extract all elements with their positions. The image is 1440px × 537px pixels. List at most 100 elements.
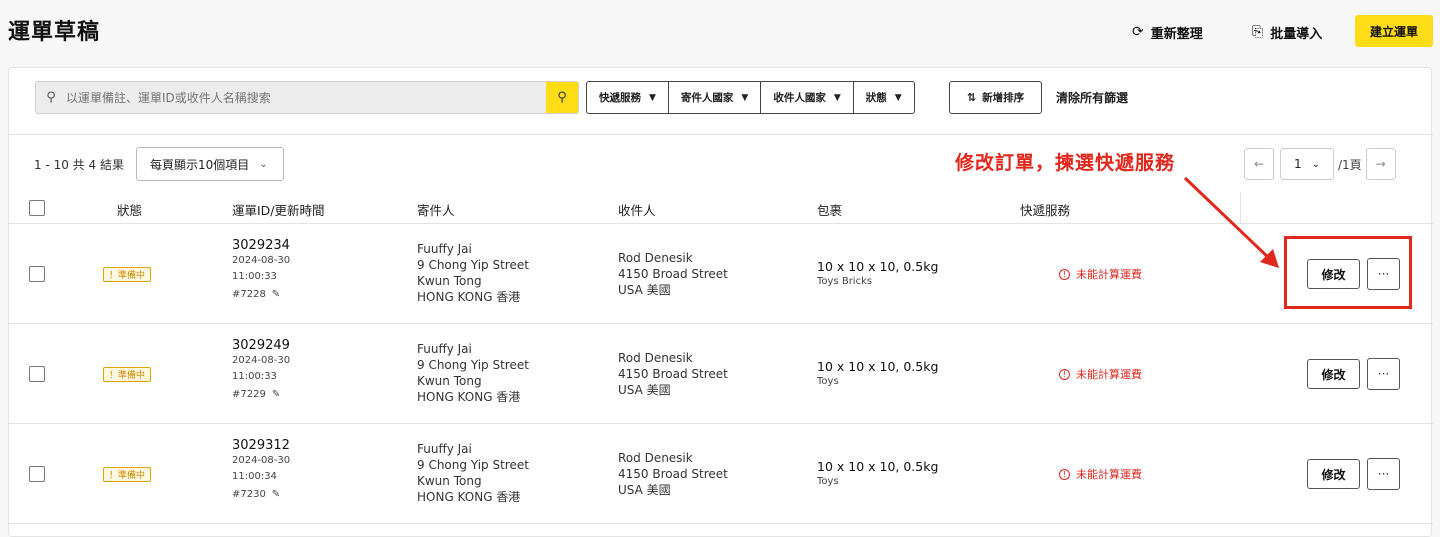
create-waybill-button[interactable]: 建立運單 xyxy=(1355,15,1433,47)
column-header: 包裹 xyxy=(817,203,843,218)
per-page-select[interactable]: 每頁顯示10個項目 ⌄ xyxy=(136,147,284,181)
row-checkbox[interactable] xyxy=(29,366,45,382)
order-tag: #7230 ✎ xyxy=(232,489,290,500)
filter-courier-service[interactable]: 快遞服務 ▼ xyxy=(587,82,669,113)
sender-country: HONG KONG 香港 xyxy=(417,290,521,304)
package-desc: Toys Bricks xyxy=(817,276,873,287)
waybill-id: 3029249 xyxy=(232,338,290,353)
pencil-icon[interactable]: ✎ xyxy=(272,289,280,300)
order-tag: #7228 ✎ xyxy=(232,289,290,300)
chevron-down-icon: ⌄ xyxy=(1311,158,1321,170)
receiver-address: 4150 Broad Street xyxy=(618,267,728,281)
search-icon: ⚲ xyxy=(46,90,56,105)
sender-district: Kwun Tong xyxy=(417,474,482,488)
more-button[interactable]: ··· xyxy=(1367,358,1400,390)
bulk-import-button[interactable]: ⎘ 批量導入 xyxy=(1252,18,1322,46)
caret-down-icon: ▼ xyxy=(894,92,902,103)
sender-district: Kwun Tong xyxy=(417,374,482,388)
next-page-button[interactable]: → xyxy=(1365,148,1396,180)
order-tag-text: #7230 xyxy=(232,489,266,500)
sender-cell: Fuuffy Jai 9 Chong Yip Street Kwun Tong … xyxy=(417,341,529,405)
edit-button[interactable]: 修改 xyxy=(1307,459,1360,489)
package-dims: 10 x 10 x 10, 0.5kg xyxy=(817,459,939,474)
updated-date: 2024-08-30 xyxy=(232,355,291,366)
caret-down-icon: ▼ xyxy=(741,92,749,103)
alert-circle-icon: ! xyxy=(1059,268,1070,280)
bulk-import-label: 批量導入 xyxy=(1270,26,1323,42)
search-button[interactable]: ⚲ xyxy=(546,82,578,113)
receiver-name: Rod Denesik xyxy=(618,351,693,365)
annotation-highlight-box xyxy=(1284,236,1412,309)
sender-name: Fuuffy Jai xyxy=(417,342,472,356)
table-row: ！準備中 3029312 2024-08-30 11:00:34 #7230 ✎ … xyxy=(9,424,1433,524)
row-checkbox[interactable] xyxy=(29,266,45,282)
order-tag-text: #7229 xyxy=(232,389,266,400)
page-number: 1 xyxy=(1293,157,1302,171)
search-bar: ⚲ ⚲ xyxy=(35,81,579,114)
caret-down-icon: ▼ xyxy=(833,92,841,103)
updated-time: 11:00:34 xyxy=(232,471,277,482)
table-row: ！準備中 3029249 2024-08-30 11:00:33 #7229 ✎ … xyxy=(9,324,1433,424)
waybill-id: 3029312 xyxy=(232,438,290,453)
more-button[interactable]: ··· xyxy=(1367,458,1400,490)
add-sort-button[interactable]: ⇅ 新增排序 xyxy=(949,81,1042,114)
service-text: 未能計算運費 xyxy=(1076,468,1142,481)
status-badge: ！準備中 xyxy=(103,267,151,282)
receiver-cell: Rod Denesik 4150 Broad Street USA 美國 xyxy=(618,450,728,498)
order-tag-text: #7228 xyxy=(232,289,266,300)
package-desc: Toys xyxy=(817,376,839,387)
receiver-address: 4150 Broad Street xyxy=(618,367,728,381)
per-page-value: 每頁顯示10個項目 xyxy=(150,157,250,172)
receiver-cell: Rod Denesik 4150 Broad Street USA 美國 xyxy=(618,350,728,398)
sender-address: 9 Chong Yip Street xyxy=(417,458,529,472)
filter-label: 收件人國家 xyxy=(773,92,826,104)
package-desc: Toys xyxy=(817,476,839,487)
updated-date: 2024-08-30 xyxy=(232,255,291,266)
filter-receiver-country[interactable]: 收件人國家 ▼ xyxy=(761,82,854,113)
updated-time: 11:00:33 xyxy=(232,271,277,282)
file-upload-icon: ⎘ xyxy=(1252,24,1264,40)
service-text: 未能計算運費 xyxy=(1076,268,1142,281)
filter-sender-country[interactable]: 寄件人國家 ▼ xyxy=(669,82,762,113)
package-dims: 10 x 10 x 10, 0.5kg xyxy=(817,359,939,374)
service-text: 未能計算運費 xyxy=(1076,368,1142,381)
page-header: 運單草稿 ⟳ 重新整理 ⎘ 批量導入 建立運單 xyxy=(0,0,1440,62)
column-header: 收件人 xyxy=(618,203,656,218)
updated-date: 2024-08-30 xyxy=(232,455,291,466)
sender-country: HONG KONG 香港 xyxy=(417,390,521,404)
clear-filters-link[interactable]: 清除所有篩選 xyxy=(1056,89,1128,106)
select-all-checkbox[interactable] xyxy=(29,200,45,216)
column-header: 運單ID/更新時間 xyxy=(232,203,325,218)
caret-down-icon: ▼ xyxy=(649,92,656,103)
divider xyxy=(9,134,1433,135)
total-pages: /1頁 xyxy=(1338,157,1362,172)
row-checkbox[interactable] xyxy=(29,466,45,482)
edit-button[interactable]: 修改 xyxy=(1307,359,1360,389)
service-status: ! 未能計算運費 xyxy=(1059,466,1142,482)
waybill-id-cell: 3029234 2024-08-30 11:00:33 #7228 ✎ xyxy=(232,238,290,300)
sender-address: 9 Chong Yip Street xyxy=(417,358,529,372)
receiver-country: USA 美國 xyxy=(618,383,671,397)
column-header: 快遞服務 xyxy=(1020,203,1071,218)
sender-district: Kwun Tong xyxy=(417,274,482,288)
search-input[interactable] xyxy=(66,82,546,113)
status-badge: ！準備中 xyxy=(103,367,151,382)
receiver-address: 4150 Broad Street xyxy=(618,467,728,481)
filter-label: 快遞服務 xyxy=(599,92,641,104)
status-badge: ！準備中 xyxy=(103,467,151,482)
alert-circle-icon: ! xyxy=(1059,368,1070,380)
refresh-button[interactable]: ⟳ 重新整理 xyxy=(1132,18,1203,46)
waybill-id-cell: 3029249 2024-08-30 11:00:33 #7229 ✎ xyxy=(232,338,290,400)
pencil-icon[interactable]: ✎ xyxy=(272,489,280,500)
receiver-country: USA 美國 xyxy=(618,483,671,497)
package-cell: 10 x 10 x 10, 0.5kg Toys Bricks xyxy=(817,259,938,287)
column-header: 寄件人 xyxy=(417,203,455,218)
filter-status[interactable]: 狀態 ▼ xyxy=(854,82,914,113)
pencil-icon[interactable]: ✎ xyxy=(272,389,280,400)
updated-time: 11:00:33 xyxy=(232,371,277,382)
sender-name: Fuuffy Jai xyxy=(417,442,472,456)
service-status: ! 未能計算運費 xyxy=(1059,366,1142,382)
annotation-text: 修改訂單，揀選快遞服務 xyxy=(955,152,1176,174)
package-dims: 10 x 10 x 10, 0.5kg xyxy=(817,259,939,274)
receiver-country: USA 美國 xyxy=(618,283,671,297)
